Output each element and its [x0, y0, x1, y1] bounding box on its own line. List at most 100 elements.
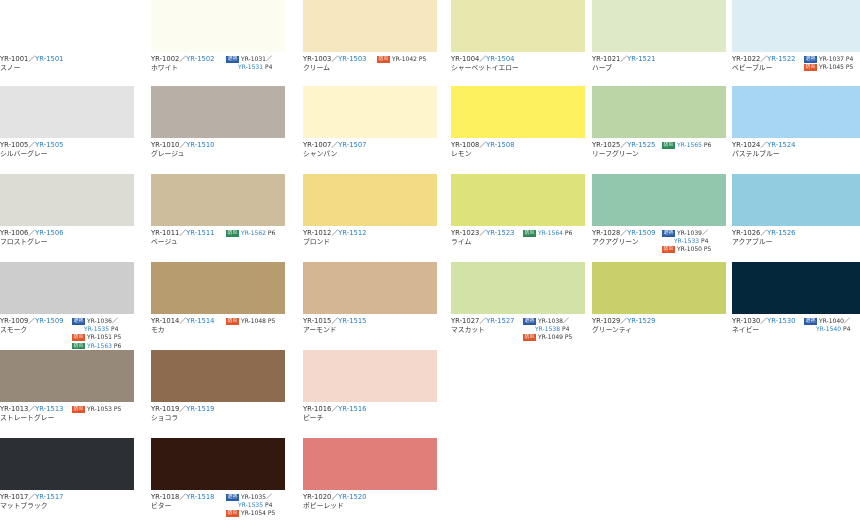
swatch-code: YR-1024／YR-1524	[732, 141, 860, 150]
swatch-code-alt: YR-1506	[35, 229, 64, 237]
swatch-color-chip	[151, 438, 285, 490]
variant-line: YR-1531 P4	[226, 64, 272, 72]
swatch-code-primary: YR-1018	[151, 493, 180, 501]
swatch-color-chip	[592, 0, 726, 52]
swatch-code-alt: YR-1516	[338, 405, 367, 413]
swatch-code-primary: YR-1008	[451, 141, 480, 149]
variant-badge: 遮熱	[804, 318, 818, 325]
variant-code: YR-1031／	[240, 56, 272, 63]
variant-code: YR-1039／	[676, 230, 708, 237]
swatch-code-primary: YR-1002	[151, 55, 180, 63]
swatch-code-alt: YR-1518	[186, 493, 215, 501]
swatch-code-alt: YR-1517	[35, 493, 64, 501]
swatch-code-alt: YR-1502	[186, 55, 215, 63]
swatch-code-primary: YR-1026	[732, 229, 761, 237]
variant-page-ref: P5	[418, 56, 427, 63]
variant-badge: 防炎	[804, 64, 818, 71]
swatch-code-primary: YR-1003	[303, 55, 332, 63]
swatch-name: シャーベットイエロー	[451, 64, 519, 72]
color-swatch: YR-1018／YR-1518 ビター 遮熱 YR-1035／ YR-1535 P4 防…	[151, 438, 285, 517]
swatch-name: ストレートグレー	[0, 414, 55, 422]
swatch-variant-tags: 遮熱 YR-1037 P4 防炎 YR-1045 P5	[804, 56, 853, 72]
swatch-code-alt: YR-1511	[186, 229, 215, 237]
variant-badge: 遮熱	[523, 318, 537, 325]
swatch-color-chip	[303, 262, 437, 314]
variant-code: YR-1040／	[818, 318, 850, 325]
swatch-name: ポピーレッド	[303, 502, 344, 510]
variant-badge: 遮熱	[226, 56, 240, 63]
swatch-code-primary: YR-1030	[732, 317, 761, 325]
swatch-caption: YR-1019／YR-1519 ショコラ	[151, 405, 285, 423]
color-swatch: YR-1030／YR-1530 ネイビー 遮熱 YR-1040／ YR-1540 P4	[732, 262, 860, 334]
swatch-code: YR-1016／YR-1516	[303, 405, 437, 414]
swatch-code-primary: YR-1028	[592, 229, 621, 237]
swatch-color-chip	[732, 86, 860, 138]
variant-badge: 防炎	[72, 334, 86, 341]
swatch-color-chip	[303, 438, 437, 490]
swatch-color-chip	[151, 262, 285, 314]
swatch-color-chip	[151, 174, 285, 226]
variant-line: 遮熱 YR-1040／	[804, 318, 850, 326]
swatch-code-alt: YR-1508	[486, 141, 515, 149]
swatch-name: ショコラ	[151, 414, 179, 422]
variant-code: YR-1535	[84, 326, 110, 334]
swatch-code: YR-1019／YR-1519	[151, 405, 285, 414]
swatch-variant-tags: 防炎 YR-1564 P6	[523, 230, 572, 238]
swatch-name: ライム	[451, 238, 472, 246]
swatch-code-alt: YR-1515	[338, 317, 367, 325]
variant-page-ref: P6	[113, 342, 122, 350]
swatch-code: YR-1015／YR-1515	[303, 317, 437, 326]
swatch-code: YR-1017／YR-1517	[0, 493, 134, 502]
variant-line: 遮熱 YR-1036／	[72, 318, 121, 326]
swatch-code-primary: YR-1016	[303, 405, 332, 413]
swatch-code-primary: YR-1001	[0, 55, 29, 63]
swatch-code: YR-1010／YR-1510	[151, 141, 285, 150]
variant-line: 防炎 YR-1045 P5	[804, 64, 853, 72]
swatch-color-chip	[732, 174, 860, 226]
variant-line: 防炎 YR-1054 P5	[226, 510, 275, 518]
variant-line: 防炎 YR-1048 P5	[226, 318, 275, 326]
swatch-code: YR-1026／YR-1526	[732, 229, 860, 238]
swatch-color-chip	[451, 86, 585, 138]
color-swatch: YR-1015／YR-1515 アーモンド	[303, 262, 437, 334]
swatch-caption: YR-1008／YR-1508 レモン	[451, 141, 585, 159]
swatch-name: シャンパン	[303, 150, 338, 158]
color-swatch: YR-1024／YR-1524 パステルブルー	[732, 86, 860, 158]
swatch-code-primary: YR-1011	[151, 229, 180, 237]
swatch-code-primary: YR-1021	[592, 55, 621, 63]
swatch-color-chip	[303, 350, 437, 402]
variant-page-ref: P5	[267, 510, 276, 518]
variant-badge: 防炎	[72, 406, 86, 413]
variant-code: YR-1562	[240, 230, 266, 237]
variant-line: 遮熱 YR-1038／	[523, 318, 572, 326]
swatch-code-primary: YR-1029	[592, 317, 621, 325]
swatch-caption: YR-1029／YR-1529 グリーンティ	[592, 317, 726, 335]
swatch-code-primary: YR-1014	[151, 317, 180, 325]
color-swatch: YR-1011／YR-1511 ベージュ 防炎 YR-1562 P6	[151, 174, 285, 246]
swatch-code-primary: YR-1013	[0, 405, 29, 413]
variant-line: YR-1540 P4	[804, 326, 850, 334]
swatch-caption: YR-1017／YR-1517 マットブラック	[0, 493, 134, 511]
variant-badge: 防炎	[523, 230, 537, 237]
variant-line: 遮熱 YR-1031／	[226, 56, 272, 64]
swatch-caption: YR-1021／YR-1521 ハーブ	[592, 55, 726, 73]
swatch-code-primary: YR-1009	[0, 317, 29, 325]
variant-badge: 防炎	[377, 56, 391, 63]
swatch-code: YR-1001／YR-1501	[0, 55, 134, 64]
swatch-code-alt: YR-1503	[338, 55, 367, 63]
swatch-code-primary: YR-1023	[451, 229, 480, 237]
swatch-code-alt: YR-1507	[338, 141, 367, 149]
variant-line: 遮熱 YR-1037 P4	[804, 56, 853, 64]
variant-line: 防炎 YR-1051 P5	[72, 334, 121, 342]
color-swatch: YR-1022／YR-1522 ベビーブルー 遮熱 YR-1037 P4 防炎 YR-…	[732, 0, 860, 72]
swatch-caption: YR-1001／YR-1501 スノー	[0, 55, 134, 73]
swatch-color-chip	[592, 86, 726, 138]
color-swatch: YR-1003／YR-1503 クリーム 防炎 YR-1042 P5	[303, 0, 437, 72]
swatch-variant-tags: 遮熱 YR-1031／ YR-1531 P4	[226, 56, 272, 72]
swatch-color-chip	[0, 438, 134, 490]
swatch-caption: YR-1004／YR-1504 シャーベットイエロー	[451, 55, 585, 73]
variant-page-ref: P6	[703, 142, 712, 149]
swatch-color-chip	[303, 0, 437, 52]
swatch-code: YR-1008／YR-1508	[451, 141, 585, 150]
variant-badge: 防炎	[72, 342, 86, 350]
